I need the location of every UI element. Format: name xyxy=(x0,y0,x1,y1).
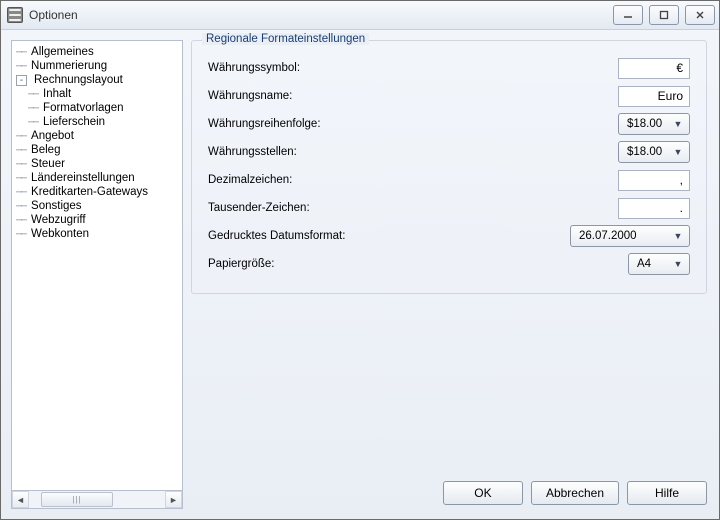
combo-value: 26.07.2000 xyxy=(579,230,671,242)
titlebar[interactable]: Optionen xyxy=(1,1,719,30)
tree-item[interactable]: ⋯⋯Webzugriff xyxy=(12,213,182,227)
tree-item[interactable]: ⋯⋯Kreditkarten-Gateways xyxy=(12,185,182,199)
ok-button[interactable]: OK xyxy=(443,481,523,505)
tree-item-label: Webkonten xyxy=(31,228,89,240)
combo-paper-size[interactable]: A4 ▼ xyxy=(628,253,690,275)
minimize-button[interactable] xyxy=(613,5,643,25)
chevron-down-icon: ▼ xyxy=(671,231,685,241)
row-currency-places: Währungsstellen: $18.00 ▼ xyxy=(208,139,690,165)
label-thousand-sep: Tausender-Zeichen: xyxy=(208,202,618,214)
tree-item-label: Angebot xyxy=(31,130,74,142)
tree-item-label: Webzugriff xyxy=(31,214,86,226)
label-paper-size: Papiergröße: xyxy=(208,258,628,270)
tree-item-label: Nummerierung xyxy=(31,60,107,72)
tree-item[interactable]: ⋯⋯Webkonten xyxy=(12,227,182,241)
tree-item-label: Beleg xyxy=(31,144,60,156)
tree-item[interactable]: ⋯⋯Inhalt xyxy=(12,87,182,101)
label-decimal-sep: Dezimalzeichen: xyxy=(208,174,618,186)
scroll-left-arrow[interactable]: ◄ xyxy=(12,491,29,508)
combo-currency-order[interactable]: $18.00 ▼ xyxy=(618,113,690,135)
scroll-right-arrow[interactable]: ► xyxy=(165,491,182,508)
tree-item[interactable]: ⋯⋯Formatvorlagen xyxy=(12,101,182,115)
row-currency-name: Währungsname: xyxy=(208,83,690,109)
scroll-track[interactable]: ||| xyxy=(29,491,165,508)
tree-item[interactable]: -Rechnungslayout xyxy=(12,73,182,87)
tree-item[interactable]: ⋯⋯Sonstiges xyxy=(12,199,182,213)
collapse-icon[interactable]: - xyxy=(16,75,27,86)
label-currency-symbol: Währungssymbol: xyxy=(208,62,618,74)
spacer xyxy=(191,294,707,471)
row-date-format: Gedrucktes Datumsformat: 26.07.2000 ▼ xyxy=(208,223,690,249)
row-currency-symbol: Währungssymbol: xyxy=(208,55,690,81)
tree-item[interactable]: ⋯⋯Allgemeines xyxy=(12,45,182,59)
tree-item-label: Steuer xyxy=(31,158,65,170)
combo-currency-places[interactable]: $18.00 ▼ xyxy=(618,141,690,163)
row-thousand-sep: Tausender-Zeichen: xyxy=(208,195,690,221)
content-panel: Regionale Formateinstellungen Währungssy… xyxy=(191,40,707,509)
tree-item-label: Lieferschein xyxy=(43,116,105,128)
tree-item-label: Inhalt xyxy=(43,88,71,100)
label-currency-name: Währungsname: xyxy=(208,90,618,102)
close-button[interactable] xyxy=(685,5,715,25)
tree-item-label: Ländereinstellungen xyxy=(31,172,135,184)
tree-item-label: Formatvorlagen xyxy=(43,102,124,114)
client-area: ⋯⋯Allgemeines⋯⋯Nummerierung-Rechnungslay… xyxy=(1,30,719,519)
window-title: Optionen xyxy=(29,8,613,22)
group-title: Regionale Formateinstellungen xyxy=(202,33,369,45)
regional-settings-group: Regionale Formateinstellungen Währungssy… xyxy=(191,40,707,294)
row-decimal-sep: Dezimalzeichen: xyxy=(208,167,690,193)
row-currency-order: Währungsreihenfolge: $18.00 ▼ xyxy=(208,111,690,137)
tree-panel: ⋯⋯Allgemeines⋯⋯Nummerierung-Rechnungslay… xyxy=(11,40,183,509)
input-currency-name[interactable] xyxy=(618,86,690,107)
tree-item[interactable]: ⋯⋯Steuer xyxy=(12,157,182,171)
help-button[interactable]: Hilfe xyxy=(627,481,707,505)
combo-value: $18.00 xyxy=(627,146,671,158)
combo-value: $18.00 xyxy=(627,118,671,130)
dialog-buttons: OK Abbrechen Hilfe xyxy=(191,471,707,509)
label-currency-places: Währungsstellen: xyxy=(208,146,618,158)
chevron-down-icon: ▼ xyxy=(671,147,685,157)
label-currency-order: Währungsreihenfolge: xyxy=(208,118,618,130)
tree-item[interactable]: ⋯⋯Beleg xyxy=(12,143,182,157)
tree-item-label: Rechnungslayout xyxy=(34,74,123,86)
tree-item[interactable]: ⋯⋯Ländereinstellungen xyxy=(12,171,182,185)
h-scrollbar[interactable]: ◄ ||| ► xyxy=(11,491,183,509)
maximize-button[interactable] xyxy=(649,5,679,25)
nav-tree[interactable]: ⋯⋯Allgemeines⋯⋯Nummerierung-Rechnungslay… xyxy=(11,40,183,491)
combo-date-format[interactable]: 26.07.2000 ▼ xyxy=(570,225,690,247)
scroll-thumb[interactable]: ||| xyxy=(41,492,113,507)
tree-item-label: Sonstiges xyxy=(31,200,82,212)
combo-value: A4 xyxy=(637,258,671,270)
app-icon xyxy=(7,7,23,23)
chevron-down-icon: ▼ xyxy=(671,259,685,269)
cancel-button[interactable]: Abbrechen xyxy=(531,481,619,505)
input-currency-symbol[interactable] xyxy=(618,58,690,79)
tree-item-label: Kreditkarten-Gateways xyxy=(31,186,148,198)
tree-item-label: Allgemeines xyxy=(31,46,94,58)
tree-item[interactable]: ⋯⋯Nummerierung xyxy=(12,59,182,73)
input-decimal-sep[interactable] xyxy=(618,170,690,191)
options-window: Optionen ⋯⋯Allgemeines⋯⋯Nummerierung-Rec… xyxy=(0,0,720,520)
input-thousand-sep[interactable] xyxy=(618,198,690,219)
chevron-down-icon: ▼ xyxy=(671,119,685,129)
row-paper-size: Papiergröße: A4 ▼ xyxy=(208,251,690,277)
label-date-format: Gedrucktes Datumsformat: xyxy=(208,230,570,242)
tree-item[interactable]: ⋯⋯Angebot xyxy=(12,129,182,143)
window-controls xyxy=(613,5,715,25)
tree-item[interactable]: ⋯⋯Lieferschein xyxy=(12,115,182,129)
